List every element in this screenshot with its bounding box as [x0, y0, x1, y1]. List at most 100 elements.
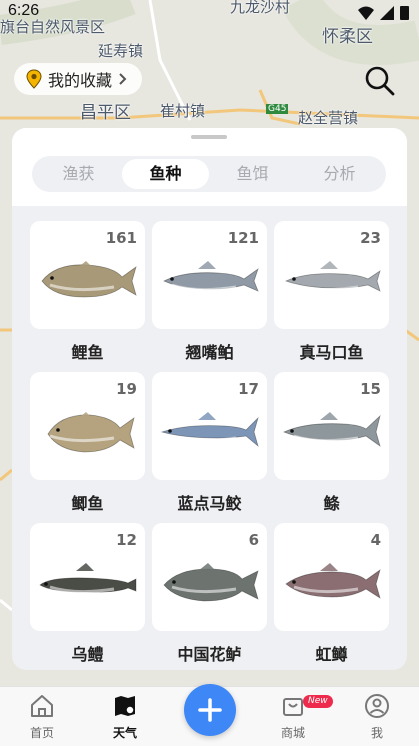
tab-species[interactable]: 鱼种 — [122, 159, 209, 189]
map-label: 昌平区 — [80, 103, 131, 123]
add-catch-button[interactable] — [184, 684, 236, 736]
fish-eye — [172, 580, 176, 584]
species-name: 鲦 — [323, 494, 340, 513]
species-card-image: 161 — [30, 221, 145, 329]
plus-icon — [198, 698, 222, 722]
carp-fish-icon — [41, 261, 137, 298]
fish-eye — [168, 429, 172, 433]
fish-fin — [198, 261, 216, 269]
profile-icon — [365, 694, 389, 718]
nav-me[interactable]: 我 — [347, 693, 407, 741]
nav-weather[interactable]: 天气 — [95, 693, 155, 741]
nav-label: 我 — [370, 726, 383, 740]
fish-fin — [198, 563, 216, 571]
drag-handle[interactable] — [191, 135, 227, 139]
species-name: 中国花鲈 — [177, 645, 242, 664]
tab-analysis[interactable]: 分析 — [296, 159, 383, 189]
species-card[interactable]: 6 中国花鲈 — [152, 523, 267, 665]
tab-bait[interactable]: 鱼饵 — [209, 159, 296, 189]
species-card[interactable]: 4 虹鳟 — [274, 523, 389, 665]
fish-fin — [198, 412, 216, 420]
map-label: 赵全营镇 — [298, 109, 359, 127]
location-pin-icon — [26, 69, 42, 89]
sheet-header: 渔获 鱼种 鱼饵 分析 — [12, 128, 407, 206]
species-card[interactable]: 12 乌鳢 — [30, 523, 145, 665]
status-time: 6:26 — [8, 2, 40, 19]
species-name: 虹鳟 — [315, 645, 348, 664]
nav-label: 商城 — [280, 726, 305, 740]
fish-fin — [76, 563, 94, 571]
species-name: 鲤鱼 — [71, 343, 104, 362]
shop-icon — [283, 698, 303, 716]
species-card-image: 12 — [30, 523, 145, 631]
fish-fin — [320, 261, 338, 269]
fish-body — [285, 569, 381, 599]
fish-eye — [44, 582, 48, 586]
map-label: 延寿镇 — [98, 42, 144, 60]
catch-count: 15 — [360, 380, 381, 398]
species-card[interactable]: 19 鲫鱼 — [30, 372, 145, 514]
fish-body — [47, 414, 135, 453]
species-card-image: 17 — [152, 372, 267, 480]
favorites-button[interactable]: 我的收藏 — [14, 63, 143, 95]
search-icon[interactable] — [363, 64, 397, 98]
nav-label: 天气 — [112, 726, 137, 740]
catch-count: 6 — [248, 531, 259, 549]
catch-count: 12 — [116, 531, 137, 549]
wifi-icon — [358, 6, 374, 20]
map-label: 崔村镇 — [160, 102, 206, 120]
fish-fin — [320, 563, 338, 571]
fish-eye — [56, 428, 60, 432]
species-card-image: 15 — [274, 372, 389, 480]
road-shield: G45 — [266, 104, 289, 114]
home-icon — [31, 695, 53, 717]
nav-label: 首页 — [29, 726, 54, 740]
fish-eye — [290, 429, 294, 433]
catch-count: 161 — [105, 229, 137, 247]
sharpbelly-fish-icon — [282, 412, 381, 447]
species-name: 翘嘴鲌 — [185, 343, 234, 362]
spanish-mackerel-fish-icon — [160, 412, 259, 448]
catch-count: 121 — [227, 229, 259, 247]
species-name: 乌鳢 — [71, 645, 104, 664]
catch-count: 17 — [238, 380, 259, 398]
species-name: 蓝点马鲛 — [177, 494, 242, 513]
species-name: 真马口鱼 — [299, 343, 364, 362]
fish-eye — [170, 277, 174, 281]
status-bar: 6:26 — [0, 0, 419, 24]
species-card-image: 4 — [274, 523, 389, 631]
fish-fin — [320, 412, 338, 420]
map-label: 怀柔区 — [322, 27, 373, 47]
crucian-carp-fish-icon — [47, 412, 135, 453]
fish-eye — [292, 580, 296, 584]
sea-bass-fish-icon — [163, 563, 259, 602]
species-card-image: 6 — [152, 523, 267, 631]
signal-icon — [380, 5, 394, 20]
rainbow-trout-fish-icon — [285, 563, 381, 599]
species-card[interactable]: 15 鲦 — [274, 372, 389, 514]
species-card-image: 121 — [152, 221, 267, 329]
nav-home[interactable]: 首页 — [12, 693, 72, 741]
topmouth-culter-fish-icon — [163, 261, 259, 292]
species-card[interactable]: 23 真马口鱼 — [274, 221, 389, 363]
catch-count: 19 — [116, 380, 137, 398]
chevron-right-icon — [119, 73, 127, 85]
weather-map-icon — [115, 696, 135, 716]
tab-catch[interactable]: 渔获 — [35, 159, 122, 189]
battery-icon — [400, 6, 409, 20]
species-card[interactable]: 161 鲤鱼 — [30, 221, 145, 363]
species-sheet: 渔获 鱼种 鱼饵 分析 161 鲤鱼 121 翘嘴鲌 23 真马口鱼 19 鲫鱼… — [12, 128, 407, 670]
fish-body — [163, 568, 259, 602]
fish-body — [41, 264, 137, 298]
catch-count: 23 — [360, 229, 381, 247]
new-badge: New — [303, 695, 333, 708]
chinese-hooksnout-carp-fish-icon — [284, 261, 381, 292]
species-name: 鲫鱼 — [71, 494, 104, 513]
segment-tabs: 渔获 鱼种 鱼饵 分析 — [32, 156, 386, 192]
species-card[interactable]: 121 翘嘴鲌 — [152, 221, 267, 363]
fish-eye — [292, 277, 296, 281]
species-card[interactable]: 17 蓝点马鲛 — [152, 372, 267, 514]
fish-eye — [50, 276, 54, 280]
species-card-image: 19 — [30, 372, 145, 480]
catch-count: 4 — [370, 531, 381, 549]
